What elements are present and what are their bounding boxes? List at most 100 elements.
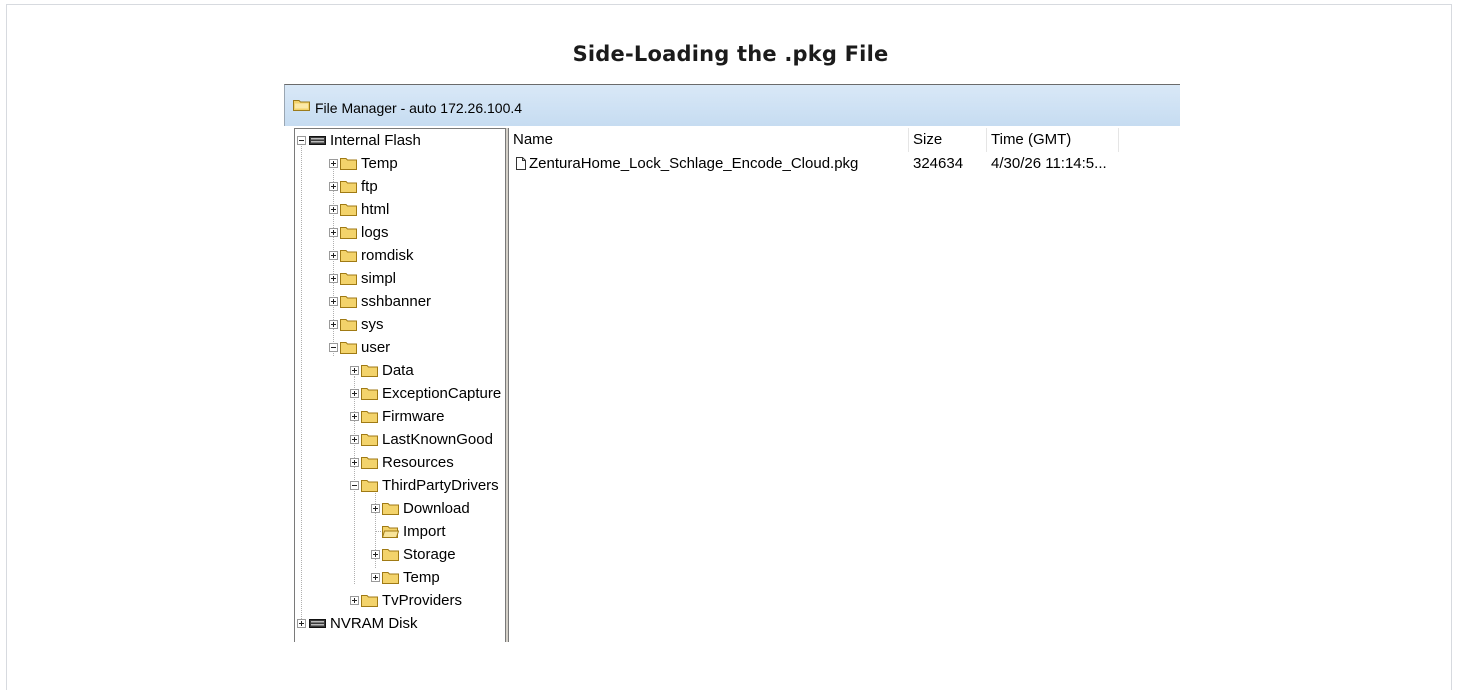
tree-item-resources[interactable]: Resources (295, 451, 505, 474)
expand-icon[interactable] (350, 412, 359, 421)
folder-icon (340, 158, 357, 170)
folder-icon (361, 595, 378, 607)
expand-icon[interactable] (371, 550, 380, 559)
tree-label: Storage (403, 546, 456, 563)
column-header-time[interactable]: Time (GMT) (987, 128, 1119, 152)
window-titlebar[interactable]: File Manager - auto 172.26.100.4 (284, 84, 1180, 126)
tree-label: Data (382, 362, 414, 379)
tree-label: user (361, 339, 391, 356)
tree-item-ftp[interactable]: ftp (295, 175, 505, 198)
tree-label: Resources (382, 454, 454, 471)
window-title: File Manager - auto 172.26.100.4 (315, 100, 523, 116)
tree-item-tvproviders[interactable]: TvProviders (295, 589, 505, 612)
folder-icon (340, 319, 357, 331)
file-size: 324634 (913, 155, 964, 172)
tree-label: romdisk (361, 247, 414, 264)
tree-label: Temp (403, 569, 440, 586)
expand-icon[interactable] (350, 366, 359, 375)
expand-icon[interactable] (371, 573, 380, 582)
expand-icon[interactable] (297, 619, 306, 628)
tree-item-firmware[interactable]: Firmware (295, 405, 505, 428)
tree-item-lastknowngood[interactable]: LastKnownGood (295, 428, 505, 451)
tree-item-data[interactable]: Data (295, 359, 505, 382)
folder-icon (382, 503, 399, 515)
tree-item-storage[interactable]: Storage (295, 543, 505, 566)
expand-icon[interactable] (329, 159, 338, 168)
expand-icon[interactable] (329, 320, 338, 329)
folder-icon (382, 549, 399, 561)
tree-item-temp-2[interactable]: Temp (295, 566, 505, 589)
tree-item-user[interactable]: user (295, 336, 505, 359)
tree-label: ThirdPartyDrivers (382, 477, 499, 494)
tree-label: Internal Flash (330, 132, 421, 149)
tree-item-html[interactable]: html (295, 198, 505, 221)
tree-item-download[interactable]: Download (295, 497, 505, 520)
file-list[interactable]: Name Size Time (GMT) ZenturaHome_Lock_Sc… (508, 128, 1180, 642)
expand-icon[interactable] (329, 228, 338, 237)
folder-icon (340, 204, 357, 216)
folder-icon (361, 388, 378, 400)
expand-icon[interactable] (371, 504, 380, 513)
tree-label: ftp (361, 178, 378, 195)
tree-label: sys (361, 316, 384, 333)
folder-icon (340, 342, 357, 354)
expand-icon[interactable] (350, 458, 359, 467)
expand-icon[interactable] (350, 596, 359, 605)
tree-label: sshbanner (361, 293, 432, 310)
tree-label: logs (361, 224, 389, 241)
folder-icon (382, 572, 399, 584)
tree-label-selected: Import (403, 523, 446, 540)
tree-label: html (361, 201, 390, 218)
column-header-size[interactable]: Size (909, 128, 987, 152)
tree-label: NVRAM Disk (330, 615, 418, 632)
tree-item-sshbanner[interactable]: sshbanner (295, 290, 505, 313)
tree-item-internal-flash[interactable]: Internal Flash (295, 129, 505, 152)
file-manager-window: File Manager - auto 172.26.100.4 Interna… (284, 84, 1180, 642)
folder-icon (361, 457, 378, 469)
tree-item-romdisk[interactable]: romdisk (295, 244, 505, 267)
folder-icon (340, 227, 357, 239)
expand-icon[interactable] (329, 182, 338, 191)
open-folder-icon (382, 526, 399, 538)
tree-item-logs[interactable]: logs (295, 221, 505, 244)
collapse-icon[interactable] (297, 136, 306, 145)
folder-icon (361, 480, 378, 492)
file-icon (516, 157, 526, 170)
tree-item-thirdpartydrivers[interactable]: ThirdPartyDrivers (295, 474, 505, 497)
expand-icon[interactable] (350, 435, 359, 444)
column-header-name[interactable]: Name (509, 128, 909, 152)
tree-label: Download (403, 500, 470, 517)
expand-icon[interactable] (350, 389, 359, 398)
tree-item-exceptioncapture[interactable]: ExceptionCapture (295, 382, 505, 405)
folder-icon (361, 434, 378, 446)
expand-icon[interactable] (329, 274, 338, 283)
folder-icon (361, 365, 378, 377)
drive-icon (309, 619, 326, 628)
tree-item-simpl[interactable]: simpl (295, 267, 505, 290)
tree-label: ExceptionCapture (382, 385, 502, 402)
tree-label: TvProviders (382, 592, 463, 609)
folder-icon (340, 250, 357, 262)
drive-icon (309, 136, 326, 145)
tree-label: LastKnownGood (382, 431, 493, 448)
tree-item-temp[interactable]: Temp (295, 152, 505, 175)
tree-label: Temp (361, 155, 398, 172)
file-name: ZenturaHome_Lock_Schlage_Encode_Cloud.pk… (529, 155, 859, 172)
folder-icon (293, 100, 310, 111)
expand-icon[interactable] (329, 297, 338, 306)
folder-icon (340, 296, 357, 308)
tree-item-import[interactable]: Import (295, 520, 505, 543)
collapse-icon[interactable] (329, 343, 338, 352)
slide-title: Side-Loading the .pkg File (572, 42, 889, 66)
folder-icon (361, 411, 378, 423)
file-time: 4/30/26 11:14:5... (991, 155, 1107, 172)
expand-icon[interactable] (329, 205, 338, 214)
tree-label: simpl (361, 270, 397, 287)
expand-icon[interactable] (329, 251, 338, 260)
folder-icon (340, 181, 357, 193)
tree-item-nvram-disk[interactable]: NVRAM Disk (295, 612, 505, 635)
tree-item-sys[interactable]: sys (295, 313, 505, 336)
folder-tree[interactable]: Internal Flash Temp ftp html logs romdis… (294, 128, 506, 642)
folder-icon (340, 273, 357, 285)
collapse-icon[interactable] (350, 481, 359, 490)
